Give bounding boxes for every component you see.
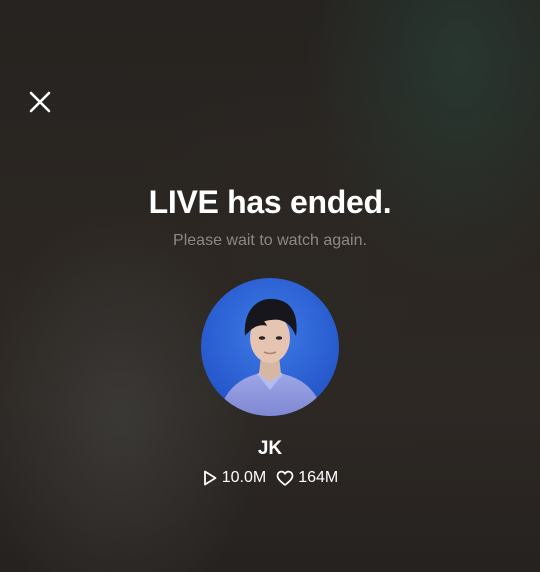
- creator-name: JK: [257, 438, 283, 459]
- heart-icon: [276, 470, 294, 486]
- likes-stat: 164M: [276, 468, 338, 488]
- close-icon[interactable]: [26, 88, 54, 116]
- live-ended-subtitle: Please wait to watch again.: [173, 232, 367, 249]
- live-ended-title: LIVE has ended.: [148, 184, 392, 220]
- play-icon: [203, 470, 217, 486]
- avatar[interactable]: [201, 278, 339, 416]
- likes-count: 164M: [298, 469, 339, 486]
- avatar-photo: [201, 278, 339, 416]
- views-stat: 10.0M: [202, 468, 266, 488]
- close-button[interactable]: [26, 88, 54, 116]
- creator-stats: 10.0M 164M: [0, 468, 540, 488]
- views-count: 10.0M: [221, 469, 267, 486]
- live-ended-screen: LIVE has ended. Please wait to watch aga…: [0, 0, 540, 572]
